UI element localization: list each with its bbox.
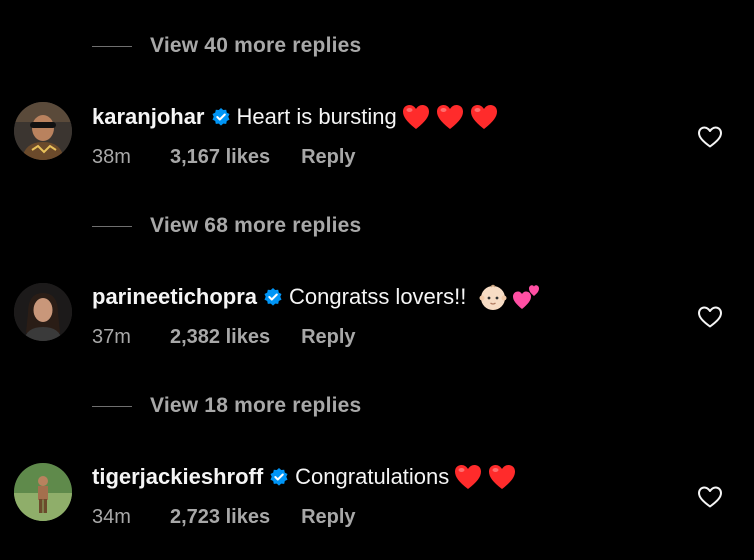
avatar-image — [14, 102, 72, 160]
comment-timestamp: 37m — [92, 325, 131, 348]
username-link[interactable]: parineetichopra — [92, 284, 257, 310]
thread-divider-line — [92, 225, 132, 227]
reply-button[interactable]: Reply — [301, 506, 355, 529]
reply-button[interactable]: Reply — [301, 146, 355, 169]
verified-badge-icon — [263, 287, 283, 307]
view-replies-label: View 40 more replies — [150, 34, 362, 57]
red-heart-emoji — [435, 102, 465, 132]
avatar-image — [14, 463, 72, 521]
verified-badge-icon — [269, 467, 289, 487]
comment-timestamp: 34m — [92, 505, 131, 528]
comment-text: Congratss lovers!! — [289, 284, 467, 309]
comment-meta: 37m 2,382 likes Reply — [92, 324, 356, 350]
heart-outline-icon[interactable] — [697, 125, 723, 149]
avatar[interactable] — [14, 102, 72, 160]
view-more-replies-link[interactable]: View 40 more replies — [92, 34, 361, 58]
red-heart-emoji — [469, 102, 499, 132]
comment-timestamp: 38m — [92, 145, 131, 168]
like-count-link[interactable]: 2,723 likes — [170, 506, 270, 529]
comment-line: tigerjackieshroff Congratulations — [92, 460, 517, 494]
comment-meta: 34m 2,723 likes Reply — [92, 504, 356, 530]
comment-text: Congratulations — [295, 464, 450, 489]
username-link[interactable]: karanjohar — [92, 104, 205, 130]
two-hearts-emoji — [512, 282, 542, 312]
avatar[interactable] — [14, 283, 72, 341]
view-more-replies-link[interactable]: View 68 more replies — [92, 214, 361, 238]
comment-text: Heart is bursting — [236, 104, 397, 129]
thread-divider-line — [92, 45, 132, 47]
view-replies-label: View 18 more replies — [150, 394, 362, 417]
username-link[interactable]: tigerjackieshroff — [92, 464, 263, 490]
reply-button[interactable]: Reply — [301, 326, 355, 349]
red-heart-emoji — [401, 102, 431, 132]
heart-outline-icon[interactable] — [697, 305, 723, 329]
avatar[interactable] — [14, 463, 72, 521]
comment-line: parineetichopra Congratss lovers!! — [92, 280, 542, 314]
like-count-link[interactable]: 3,167 likes — [170, 146, 270, 169]
red-heart-emoji — [487, 462, 517, 492]
baby-face-emoji — [478, 282, 508, 312]
verified-badge-icon — [211, 107, 231, 127]
view-more-replies-link[interactable]: View 18 more replies — [92, 394, 361, 418]
view-replies-label: View 68 more replies — [150, 214, 362, 237]
avatar-image — [14, 283, 72, 341]
comment-line: karanjohar Heart is bursting — [92, 100, 499, 134]
thread-divider-line — [92, 405, 132, 407]
comment-meta: 38m 3,167 likes Reply — [92, 144, 356, 170]
heart-outline-icon[interactable] — [697, 485, 723, 509]
red-heart-emoji — [453, 462, 483, 492]
like-count-link[interactable]: 2,382 likes — [170, 326, 270, 349]
